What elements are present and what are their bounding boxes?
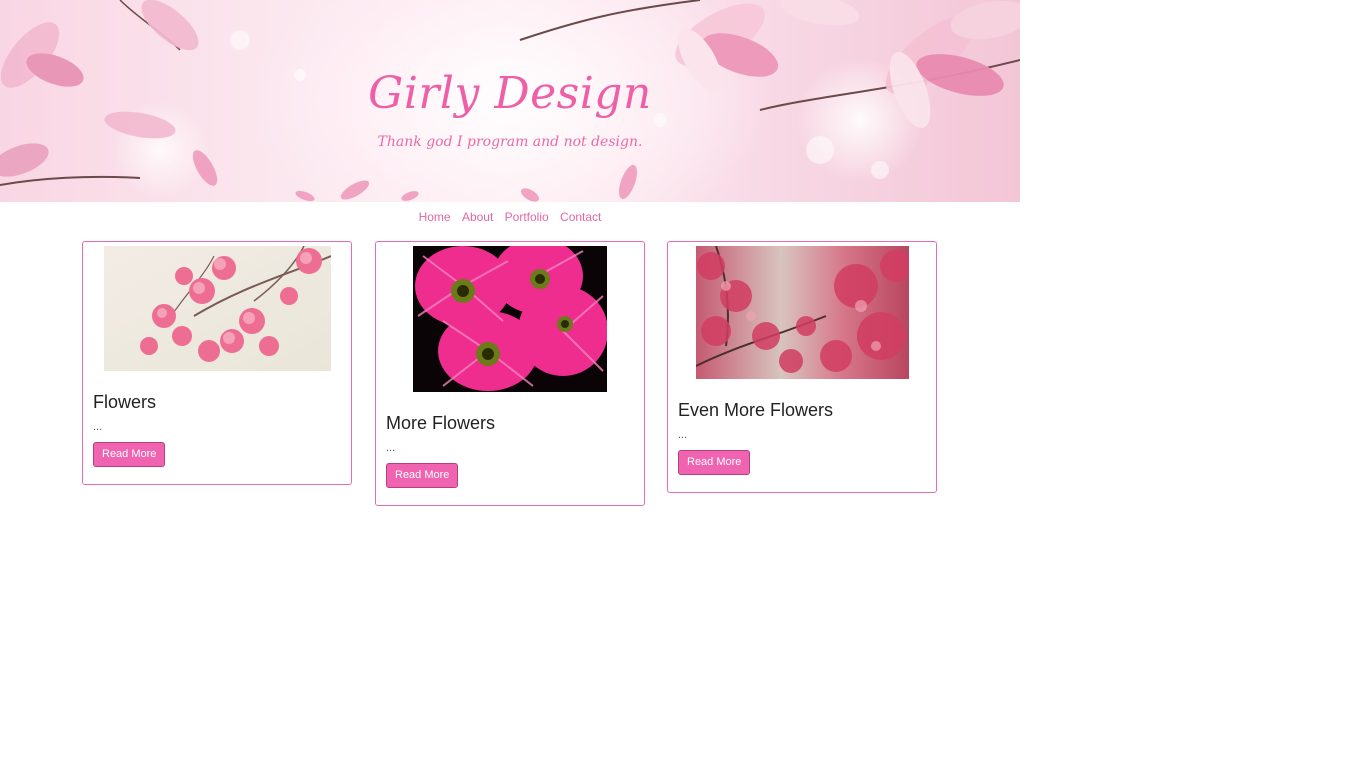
card-title: More Flowers — [386, 413, 496, 433]
card-excerpt: ... — [678, 429, 688, 441]
card-image-gerbera-daisies — [413, 246, 607, 392]
nav-link-home[interactable]: Home — [419, 210, 451, 224]
card-flowers: Flowers ... Read More — [82, 241, 352, 485]
nav-link-portfolio[interactable]: Portfolio — [505, 210, 549, 224]
card-image-roses — [104, 246, 331, 371]
card-excerpt: ... — [386, 442, 396, 454]
nav-link-contact[interactable]: Contact — [560, 210, 601, 224]
card-title: Even More Flowers — [678, 400, 834, 420]
read-more-button[interactable]: Read More — [678, 450, 751, 475]
card-image-cherry-blossom-tree — [696, 246, 909, 379]
read-more-button[interactable]: Read More — [93, 442, 166, 467]
card-excerpt: ... — [93, 421, 103, 433]
card-even-more-flowers: Even More Flowers ... Read More — [667, 241, 937, 493]
nav-link-about[interactable]: About — [462, 210, 493, 224]
read-more-button[interactable]: Read More — [386, 463, 459, 488]
page: Girly Design Thank god I program and not… — [0, 0, 1360, 768]
main-nav: Home About Portfolio Contact — [0, 210, 1020, 224]
card-more-flowers: More Flowers ... Read More — [375, 241, 645, 506]
card-title: Flowers — [93, 392, 157, 412]
site-tagline: Thank god I program and not design. — [377, 134, 643, 150]
header-banner: Girly Design Thank god I program and not… — [0, 0, 1020, 202]
site-title: Girly Design — [368, 68, 652, 119]
